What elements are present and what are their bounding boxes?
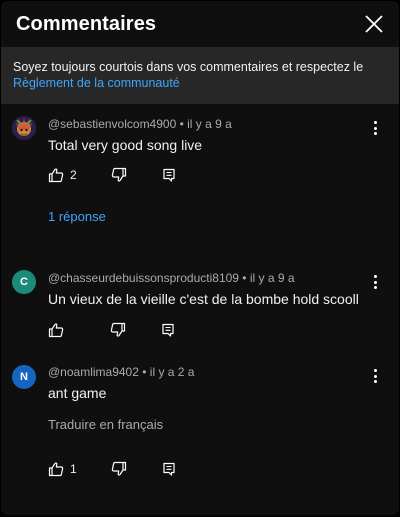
- like-button[interactable]: 1: [48, 461, 77, 477]
- comment-meta: @noamlima9402 • il y a 2 a: [48, 365, 195, 379]
- comment-author[interactable]: @sebastienvolcom4900: [48, 117, 176, 131]
- dislike-button[interactable]: [110, 322, 126, 338]
- thumbs-down-icon: [111, 167, 126, 182]
- comment-actions: [48, 322, 176, 338]
- panel-title: Commentaires: [16, 12, 157, 35]
- avatar[interactable]: C: [12, 270, 36, 294]
- comment-author[interactable]: @noamlima9402: [48, 365, 139, 379]
- comment-text: Un vieux de la vieille c'est de la bombe…: [48, 291, 359, 307]
- comment-text: Total very good song live: [48, 137, 203, 153]
- thumbs-down-icon: [110, 322, 126, 337]
- comment-author[interactable]: @chasseurdebuissonsproducti8109: [48, 271, 239, 285]
- more-options-button[interactable]: [367, 118, 383, 138]
- reply-icon: [163, 462, 175, 476]
- reply-icon: [163, 168, 175, 182]
- like-count: 1: [70, 462, 77, 476]
- comment-item: N @noamlima9402 • il y a 2 a ant game Tr…: [1, 352, 399, 492]
- community-guidelines-link[interactable]: Règlement de la communauté: [13, 76, 180, 90]
- avatar[interactable]: [12, 116, 36, 140]
- dislike-button[interactable]: [111, 167, 127, 183]
- avatar[interactable]: N: [12, 365, 36, 389]
- comment-time: il y a 9 a: [187, 117, 232, 131]
- like-button[interactable]: 2: [48, 167, 77, 183]
- comment-meta: @chasseurdebuissonsproducti8109 • il y a…: [48, 271, 295, 285]
- comment-meta: @sebastienvolcom4900 • il y a 9 a: [48, 117, 232, 131]
- reply-button[interactable]: [161, 167, 177, 183]
- thumbs-up-icon: [48, 462, 64, 477]
- comments-header: Commentaires: [1, 1, 399, 47]
- reply-button[interactable]: [161, 461, 177, 477]
- close-icon: [365, 15, 383, 33]
- like-count: 2: [70, 168, 77, 182]
- thumbs-down-icon: [111, 461, 126, 476]
- replies-link[interactable]: 1 réponse: [48, 209, 106, 224]
- community-notice: Soyez toujours courtois dans vos comment…: [1, 47, 399, 104]
- comment-item: C @chasseurdebuissonsproducti8109 • il y…: [1, 258, 399, 352]
- translate-link[interactable]: Traduire en français: [48, 417, 163, 432]
- comment-time: il y a 9 a: [249, 271, 295, 285]
- comment-text: ant game: [48, 385, 107, 401]
- comments-panel: Commentaires Soyez toujours courtois dan…: [1, 1, 399, 515]
- more-options-button[interactable]: [367, 272, 383, 292]
- comment-item: @sebastienvolcom4900 • il y a 9 a Total …: [1, 104, 399, 258]
- dislike-button[interactable]: [111, 461, 127, 477]
- like-button[interactable]: [48, 322, 70, 338]
- avatar-image: [12, 116, 36, 140]
- more-options-button[interactable]: [367, 366, 383, 386]
- thumbs-up-icon: [48, 168, 64, 183]
- comment-actions: 1: [48, 461, 177, 477]
- comment-actions: 2: [48, 167, 177, 183]
- thumbs-up-icon: [48, 323, 64, 338]
- close-button[interactable]: [363, 13, 385, 35]
- notice-text: Soyez toujours courtois dans vos comment…: [13, 60, 364, 74]
- reply-icon: [162, 323, 174, 337]
- comment-time: il y a 2 a: [149, 365, 195, 379]
- reply-button[interactable]: [160, 322, 176, 338]
